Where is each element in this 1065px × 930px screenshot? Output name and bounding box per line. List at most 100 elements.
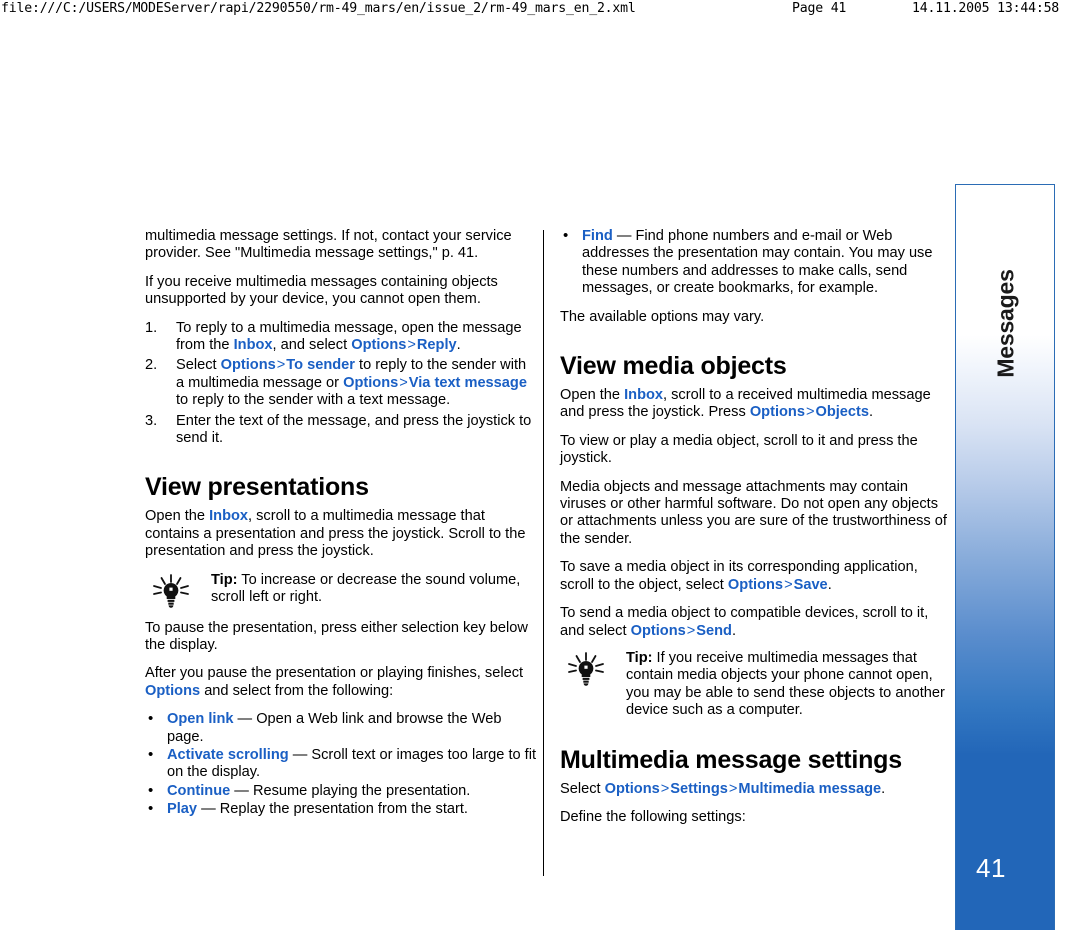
column-divider: [543, 230, 544, 876]
list-item: 2. Select Options>To sender to reply to t…: [145, 357, 537, 409]
step-text: .: [456, 337, 461, 354]
tip-label: Tip:: [626, 649, 653, 666]
ui-term-send: Send: [696, 622, 732, 639]
tip-block-volume: Tip: To increase or decrease the sound v…: [145, 571, 537, 608]
ui-term-options: Options: [630, 622, 686, 639]
section-heading-view-presentations: View presentations: [145, 473, 369, 502]
paragraph-text: Define the following settings:: [560, 808, 746, 825]
step-text: , and select: [272, 337, 352, 354]
paragraph-text: If you receive multimedia messages conta…: [145, 273, 498, 308]
tip-block-media-objects: Tip: If you receive multimedia messages …: [560, 650, 952, 720]
paragraph-text: After you pause the presentation or play…: [145, 665, 524, 682]
ui-term-options: Options: [220, 357, 276, 374]
ui-term-continue: Continue: [167, 782, 231, 799]
bullet-text: Resume playing the presentation.: [252, 782, 471, 799]
paragraph-text: To view or play a media object, scroll t…: [560, 432, 918, 467]
step-text: to reply to the sender with a text messa…: [176, 392, 451, 409]
ui-term-play: Play: [167, 801, 198, 818]
paragraph-open-inbox-objects: Open the Inbox, scroll to a received mul…: [560, 387, 952, 422]
page-number: 41: [976, 853, 1006, 883]
paragraph-text: .: [827, 576, 832, 593]
bullet-icon: •: [148, 710, 154, 728]
chapter-label: Messages: [992, 268, 1019, 378]
paragraph-view-play-object: To view or play a media object, scroll t…: [560, 433, 952, 468]
paragraph-send-object: To send a media object to compatible dev…: [560, 605, 952, 640]
paragraph-select-settings: Select Options>Settings>Multimedia messa…: [560, 781, 952, 798]
list-item: • Continue — Resume playing the presentat…: [145, 781, 537, 800]
menu-separator-icon: >: [784, 576, 793, 593]
bullet-text: Replay the presentation from the start.: [219, 801, 468, 818]
paragraph-text: The available options may vary.: [560, 308, 765, 325]
paragraph-text: .: [731, 622, 737, 639]
chapter-side-tab: Messages 41: [955, 184, 1055, 930]
ui-term-inbox: Inbox: [233, 337, 273, 354]
paragraph-define-settings: Define the following settings:: [560, 809, 952, 826]
ui-term-options: Options: [145, 682, 201, 699]
ui-term-options: Options: [351, 337, 407, 354]
tip-text: To increase or decrease the sound volume…: [211, 571, 521, 606]
ui-term-settings: Settings: [670, 780, 728, 797]
ui-term-inbox: Inbox: [209, 508, 249, 525]
menu-separator-icon: >: [399, 374, 408, 391]
ui-term-options: Options: [749, 404, 805, 421]
ui-term-open-link: Open link: [167, 711, 234, 728]
paragraph-save-object: To save a media object in its correspond…: [560, 559, 952, 594]
paragraph-text: multimedia message settings. If not, con…: [145, 228, 512, 262]
list-item: • Open link — Open a Web link and browse …: [145, 710, 537, 746]
ui-term-to-sender: To sender: [286, 357, 355, 374]
menu-separator-icon: >: [805, 404, 815, 421]
ui-term-save: Save: [793, 576, 828, 593]
paragraph-text: and select from the following:: [200, 682, 394, 699]
section-heading-mms-settings: Multimedia message settings: [560, 745, 902, 774]
numbered-list-reply-steps: 1. To reply to a multimedia message, open…: [145, 320, 537, 448]
chapter-label-container: Messages: [956, 223, 1056, 423]
list-number: 3.: [145, 412, 158, 429]
paragraph-text: Open the: [145, 508, 210, 525]
menu-separator-icon: >: [728, 780, 738, 797]
paragraph-virus-warning: Media objects and message attachments ma…: [560, 479, 952, 549]
lightbulb-icon: [564, 651, 608, 689]
lightbulb-icon: [149, 573, 193, 611]
ui-term-objects: Objects: [815, 404, 870, 421]
bullet-list-presentation-options: • Open link — Open a Web link and browse …: [145, 710, 537, 818]
paragraph-text: Open the: [560, 387, 625, 404]
paragraph-text: Select: [560, 780, 605, 797]
em-dash: —: [612, 228, 636, 244]
em-dash: —: [230, 782, 253, 799]
list-number: 1.: [145, 319, 158, 336]
paragraph-unsupported-objects: If you receive multimedia messages conta…: [145, 274, 537, 309]
paragraph-after-pause: After you pause the presentation or play…: [145, 665, 537, 700]
section-heading-view-media-objects: View media objects: [560, 352, 787, 381]
ui-term-reply: Reply: [416, 337, 457, 354]
ui-term-multimedia-message: Multimedia message: [738, 780, 882, 797]
left-column: multimedia message settings. If not, con…: [145, 228, 537, 830]
list-item: • Activate scrolling — Scroll text or ima…: [145, 746, 537, 782]
list-item: • Find — Find phone numbers and e-mail or…: [560, 227, 952, 298]
step-text: Enter the text of the message, and press…: [176, 412, 532, 447]
bullet-list-find: • Find — Find phone numbers and e-mail or…: [560, 227, 952, 298]
ui-term-find: Find: [582, 228, 613, 244]
paragraph-text: To pause the presentation, press either …: [145, 619, 528, 653]
ui-term-options: Options: [343, 374, 399, 391]
paragraph-text: .: [869, 404, 874, 421]
document-page: multimedia message settings. If not, con…: [0, 0, 1065, 930]
em-dash: —: [197, 801, 220, 818]
ui-term-via-text-message: Via text message: [408, 374, 527, 391]
paragraph-pause-presentation: To pause the presentation, press either …: [145, 620, 537, 655]
em-dash: —: [288, 746, 312, 763]
bullet-icon: •: [148, 800, 154, 818]
ui-term-inbox: Inbox: [624, 387, 664, 404]
menu-separator-icon: >: [407, 337, 416, 354]
bullet-icon: •: [563, 227, 569, 244]
paragraph-text: .: [881, 780, 886, 797]
list-item: 1. To reply to a multimedia message, open…: [145, 320, 537, 355]
bullet-icon: •: [148, 781, 154, 799]
tip-text: If you receive multimedia messages that …: [626, 649, 945, 719]
paragraph-text: To send a media object to compatible dev…: [560, 605, 929, 639]
paragraph-open-inbox: Open the Inbox, scroll to a multimedia m…: [145, 508, 537, 560]
ui-term-options: Options: [604, 780, 660, 797]
ui-term-options: Options: [727, 576, 784, 593]
list-item: 3. Enter the text of the message, and pre…: [145, 413, 537, 448]
tip-label: Tip:: [211, 571, 238, 588]
right-column: • Find — Find phone numbers and e-mail or…: [560, 227, 952, 837]
